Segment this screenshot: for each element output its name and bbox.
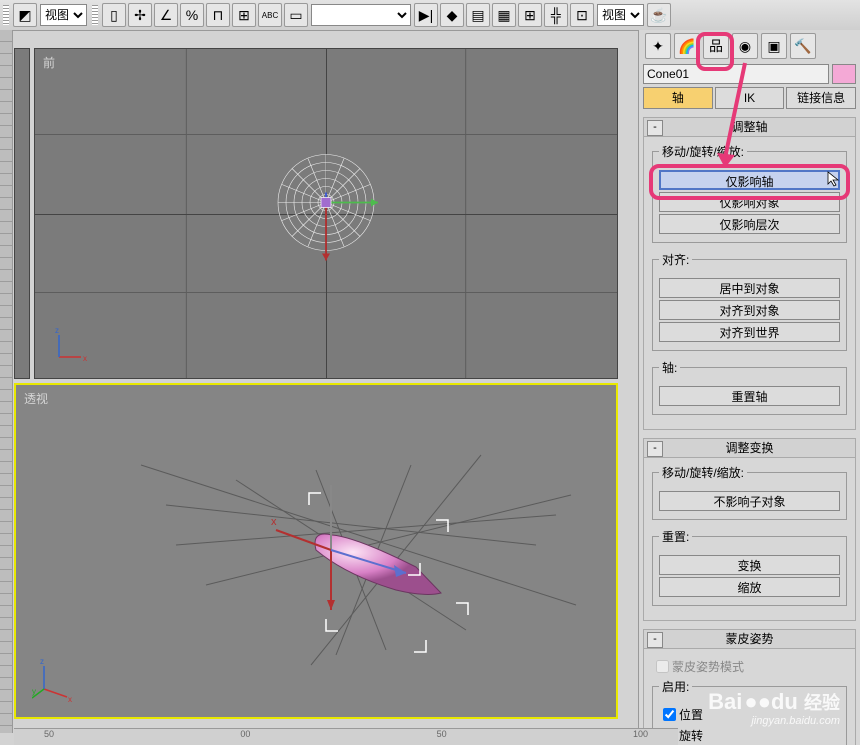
- group-move-rotate-scale: 移动/旋转/缩放: 仅影响轴 仅影响对象 仅影响层次: [652, 143, 847, 243]
- perspective-content: x: [16, 385, 616, 717]
- svg-text:x: x: [83, 354, 87, 363]
- hierarchy-tab-icon[interactable]: 品: [703, 33, 729, 59]
- rollout-title: 蒙皮姿势: [725, 632, 773, 646]
- tool-icon[interactable]: ▶|: [414, 3, 438, 27]
- tool-icon[interactable]: ✢: [128, 3, 152, 27]
- collapse-icon[interactable]: -: [647, 441, 663, 457]
- link-info-tab[interactable]: 链接信息: [786, 87, 856, 109]
- affect-object-only-button[interactable]: 仅影响对象: [659, 192, 840, 212]
- affect-pivot-only-button[interactable]: 仅影响轴: [659, 170, 840, 190]
- reset-pivot-button[interactable]: 重置轴: [659, 386, 840, 406]
- skin-pose-mode-checkbox[interactable]: 蒙皮姿势模式: [652, 657, 847, 676]
- command-panel: ✦ 🌈 品 ◉ ▣ 🔨 轴 IK 链接信息 - 调整轴 移动/旋转/缩放: 仅影响…: [638, 30, 860, 745]
- viewport-narrow[interactable]: [14, 48, 30, 379]
- tool-icon[interactable]: ◆: [440, 3, 464, 27]
- tool-icon[interactable]: ◩: [13, 3, 37, 27]
- toolbar-grip-2[interactable]: [92, 5, 98, 25]
- group-label: 轴:: [659, 359, 680, 376]
- axis-tripod-persp: x z y: [32, 654, 82, 707]
- axis-tripod-front: xz: [51, 325, 91, 368]
- viewport-area: 前: [14, 48, 618, 719]
- viewport-perspective[interactable]: 透视 x: [14, 383, 618, 719]
- center-to-object-button[interactable]: 居中到对象: [659, 278, 840, 298]
- rollout-header[interactable]: - 调整轴: [644, 118, 855, 137]
- tool-icon[interactable]: ▦: [492, 3, 516, 27]
- collapse-icon[interactable]: -: [647, 632, 663, 648]
- group-label: 重置:: [659, 528, 692, 545]
- create-tab-icon[interactable]: ✦: [645, 33, 671, 59]
- utilities-tab-icon[interactable]: 🔨: [790, 33, 816, 59]
- dont-affect-children-button[interactable]: 不影响子对象: [659, 491, 840, 511]
- teapot-icon[interactable]: ☕: [647, 3, 671, 27]
- view-select-right[interactable]: 视图: [597, 4, 644, 26]
- color-swatch[interactable]: [832, 64, 856, 84]
- watermark: Bai●●du 经验 jingyan.baidu.com: [708, 689, 840, 727]
- group-label: 启用:: [659, 678, 692, 695]
- tool-abc-icon[interactable]: ABC: [258, 3, 282, 27]
- reset-transform-button[interactable]: 变换: [659, 555, 840, 575]
- toolbar-grip[interactable]: [3, 5, 9, 25]
- cone-wireframe-front: [266, 142, 386, 285]
- left-ruler: [0, 30, 13, 733]
- modify-tab-icon[interactable]: 🌈: [674, 33, 700, 59]
- tool-icon[interactable]: ⊞: [518, 3, 542, 27]
- rollout-title: 调整轴: [731, 120, 767, 134]
- collapse-icon[interactable]: -: [647, 120, 663, 136]
- snap-angle-icon[interactable]: ∠: [154, 3, 178, 27]
- svg-text:z: z: [55, 326, 59, 335]
- reset-scale-button[interactable]: 缩放: [659, 577, 840, 597]
- tool-icon[interactable]: ▤: [466, 3, 490, 27]
- command-tabs: ✦ 🌈 品 ◉ ▣ 🔨: [639, 30, 860, 62]
- snap-percent-icon[interactable]: %: [180, 3, 204, 27]
- group-reset: 重置: 变换 缩放: [652, 528, 847, 606]
- tool-icon[interactable]: ╬: [544, 3, 568, 27]
- group-label: 移动/旋转/缩放:: [659, 143, 747, 160]
- svg-text:x: x: [68, 695, 72, 704]
- affect-hierarchy-only-button[interactable]: 仅影响层次: [659, 214, 840, 234]
- svg-text:x: x: [271, 516, 277, 528]
- display-tab-icon[interactable]: ▣: [761, 33, 787, 59]
- selection-filter[interactable]: [311, 4, 411, 26]
- group-pivot: 轴: 重置轴: [652, 359, 847, 415]
- rollout-header[interactable]: - 蒙皮姿势: [644, 630, 855, 649]
- group-align: 对齐: 居中到对象 对齐到对象 对齐到世界: [652, 251, 847, 351]
- rollout-adjust-transform: - 调整变换 移动/旋转/缩放: 不影响子对象 重置: 变换 缩放: [643, 438, 856, 621]
- top-toolbar: ◩ 视图 ▯ ✢ ∠ % ⊓ ⊞ ABC ▭ ▶| ◆ ▤ ▦ ⊞ ╬ ⊡ 视图…: [0, 0, 860, 31]
- tool-icon[interactable]: ⊞: [232, 3, 256, 27]
- pivot-tab[interactable]: 轴: [643, 87, 713, 109]
- rollout-header[interactable]: - 调整变换: [644, 439, 855, 458]
- motion-tab-icon[interactable]: ◉: [732, 33, 758, 59]
- snap-icon[interactable]: ⊓: [206, 3, 230, 27]
- rollout-adjust-pivot: - 调整轴 移动/旋转/缩放: 仅影响轴 仅影响对象 仅影响层次 对齐: 居中到对…: [643, 117, 856, 430]
- tool-icon[interactable]: ▭: [284, 3, 308, 27]
- rollout-title: 调整变换: [725, 441, 773, 455]
- group-move-rotate-scale-2: 移动/旋转/缩放: 不影响子对象: [652, 464, 847, 520]
- view-select-left[interactable]: 视图: [40, 4, 87, 26]
- svg-text:y: y: [32, 687, 36, 696]
- object-name-field[interactable]: [643, 64, 829, 84]
- bottom-ruler: 500050100: [14, 728, 678, 745]
- align-to-world-button[interactable]: 对齐到世界: [659, 322, 840, 342]
- ik-tab[interactable]: IK: [715, 87, 785, 109]
- svg-text:z: z: [40, 657, 44, 666]
- align-to-object-button[interactable]: 对齐到对象: [659, 300, 840, 320]
- viewport-front[interactable]: 前: [34, 48, 618, 379]
- group-label: 移动/旋转/缩放:: [659, 464, 747, 481]
- group-label: 对齐:: [659, 251, 692, 268]
- cursor-icon: [826, 170, 844, 188]
- enable-rotation-checkbox[interactable]: 旋转: [659, 726, 840, 745]
- tool-icon[interactable]: ⊡: [570, 3, 594, 27]
- tool-icon[interactable]: ▯: [102, 3, 126, 27]
